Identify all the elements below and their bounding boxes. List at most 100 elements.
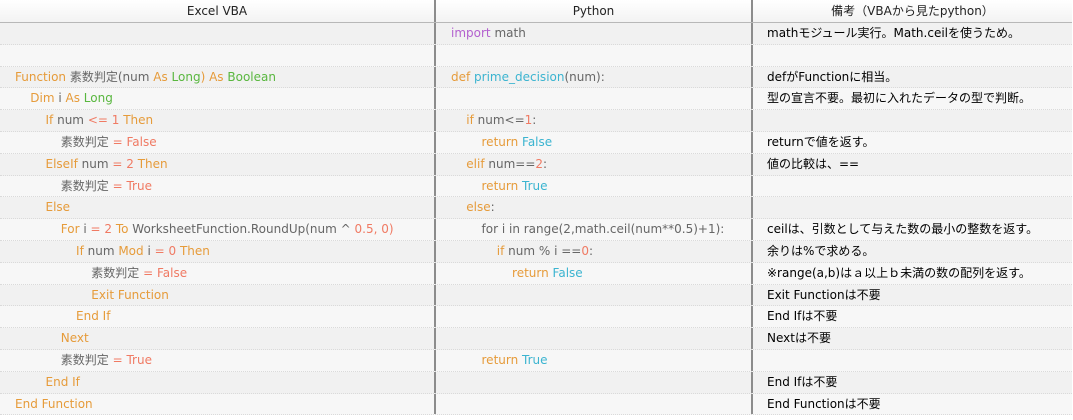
note-cell (753, 176, 1072, 197)
vba-code-token: Dim (30, 91, 59, 106)
python-code-token (451, 135, 482, 149)
python-code-token: elif (466, 156, 489, 171)
python-code-token: num % i == (508, 243, 582, 258)
table-row: ElseIf num = 2 Then elif num==2: 値の比較は、== (0, 153, 1072, 176)
python-code-token: 2 (535, 156, 544, 171)
vba-code-cell: End If (0, 371, 436, 393)
vba-code-token: Next (60, 331, 89, 346)
vba-code-cell: If num <= 1 Then (0, 110, 436, 131)
comparison-table: Excel VBA Python 備考（VBAから見たpython） impor… (0, 0, 1072, 420)
vba-code-token: 素数判定 (15, 265, 144, 280)
vba-code-cell: 素数判定 = False (0, 131, 436, 153)
python-code-cell (436, 393, 753, 415)
python-code-token: : (589, 243, 594, 258)
vba-code-token: End Function (15, 396, 93, 411)
table-row: End If End Ifは不要 (0, 306, 1072, 329)
python-code-token: else (466, 200, 491, 215)
vba-code-cell: Else (0, 197, 436, 219)
python-code-token (451, 222, 482, 236)
vba-code-token: i (58, 91, 66, 106)
vba-code-token: num (87, 243, 119, 258)
vba-code-token: 0.5, 0) (354, 222, 394, 237)
vba-code-cell: End Function (0, 393, 436, 415)
python-code-token (451, 200, 466, 214)
vba-code-token (15, 375, 46, 389)
vba-code-token: = 2 (112, 156, 138, 171)
note-cell: mathモジュール実行。Math.ceilを使うため。 (767, 26, 1020, 40)
table-row: 素数判定 = True return True (0, 175, 1072, 198)
python-code-token (451, 179, 482, 193)
vba-code-token: Then (123, 113, 154, 128)
python-code-cell (436, 371, 753, 393)
vba-code-token: For (60, 222, 84, 237)
note-cell: Exit Functionは不要 (767, 287, 881, 302)
vba-code-token: 素数判定(num (69, 69, 154, 84)
note-cell: 余りは%で求める。 (767, 243, 875, 258)
python-code-token: def (451, 69, 475, 84)
vba-code-cell: Next (0, 328, 436, 349)
python-code-token: for i in range(2,math.ceil(num**0.5)+1): (481, 222, 725, 237)
vba-code-token: Long (171, 69, 201, 84)
vba-code-token: <= 1 (87, 113, 124, 128)
python-code-token: True (522, 178, 548, 193)
python-code-token: False (552, 265, 583, 280)
vba-code-cell: ElseIf num = 2 Then (0, 153, 436, 175)
vba-code-token (15, 244, 76, 258)
note-cell (753, 350, 1072, 371)
python-code-token: math (490, 26, 526, 40)
vba-code-token: i (147, 243, 155, 258)
python-code-cell: if num % i ==0: (436, 240, 753, 262)
vba-code-cell: 素数判定 = True (0, 349, 436, 371)
vba-code-token: Function (15, 69, 70, 84)
header-notes: 備考（VBAから見たpython） (831, 4, 994, 18)
table-row: End Function End Functionは不要 (0, 393, 1072, 416)
python-code-token: prime_decision (474, 69, 565, 84)
table-row: import math mathモジュール実行。Math.ceilを使うため。 (0, 23, 1072, 45)
vba-code-token: End If (76, 309, 111, 324)
python-code-cell (436, 306, 753, 328)
vba-code-token: End If (45, 374, 80, 389)
table-row: Exit Function Exit Functionは不要 (0, 284, 1072, 307)
python-code-token: 0 (581, 243, 589, 258)
note-cell (753, 110, 1072, 131)
vba-code-cell: Dim i As Long (0, 88, 436, 110)
vba-code-token: WorksheetFunction.RoundUp(num ^ (132, 222, 355, 237)
vba-code-token: 素数判定 (15, 134, 113, 149)
vba-code-token: To (115, 222, 133, 237)
vba-code-token: = False (143, 265, 188, 280)
vba-code-token: num (57, 113, 88, 128)
vba-code-token: 素数判定 (15, 178, 113, 193)
python-code-token: num<= (477, 113, 525, 128)
table-row: If num <= 1 Then if num<=1: (0, 110, 1072, 132)
vba-code-token (15, 222, 61, 236)
python-code-token: return (512, 265, 553, 280)
note-cell: returnで値を返す。 (767, 134, 875, 149)
python-code-cell: return True (436, 175, 753, 197)
python-code-token: return (481, 134, 523, 149)
vba-code-token: = 0 (154, 243, 180, 258)
note-cell: End Ifは不要 (767, 309, 838, 324)
vba-code-token: ) As (200, 69, 228, 84)
table-row: 素数判定 = False return False ※range(a,b)はａ以上… (0, 262, 1072, 285)
note-cell (753, 197, 1072, 218)
note-cell: Nextは不要 (767, 331, 831, 346)
note-cell: defがFunctionに相当。 (767, 69, 898, 84)
python-code-token: return (481, 178, 523, 193)
vba-code-token: As (153, 69, 172, 84)
python-code-cell (436, 284, 753, 306)
vba-code-cell: 素数判定 = False (0, 262, 436, 284)
table-row: 素数判定 = False return False returnで値を返す。 (0, 131, 1072, 154)
vba-code-cell (0, 44, 436, 66)
python-code-token: : (490, 200, 495, 215)
python-code-token: : (543, 156, 548, 171)
table-header: Excel VBA Python 備考（VBAから見たpython） (0, 0, 1072, 23)
vba-code-token: = False (112, 134, 157, 149)
python-code-token (451, 157, 466, 171)
python-code-cell (436, 44, 753, 66)
header-excel-vba: Excel VBA (0, 0, 436, 22)
note-cell: End Ifは不要 (767, 374, 838, 389)
vba-code-token (15, 200, 46, 214)
vba-code-token: num (81, 156, 113, 171)
note-cell: ceilは、引数として与えた数の最小の整数を返す。 (767, 222, 1039, 237)
vba-code-cell: Exit Function (0, 284, 436, 306)
